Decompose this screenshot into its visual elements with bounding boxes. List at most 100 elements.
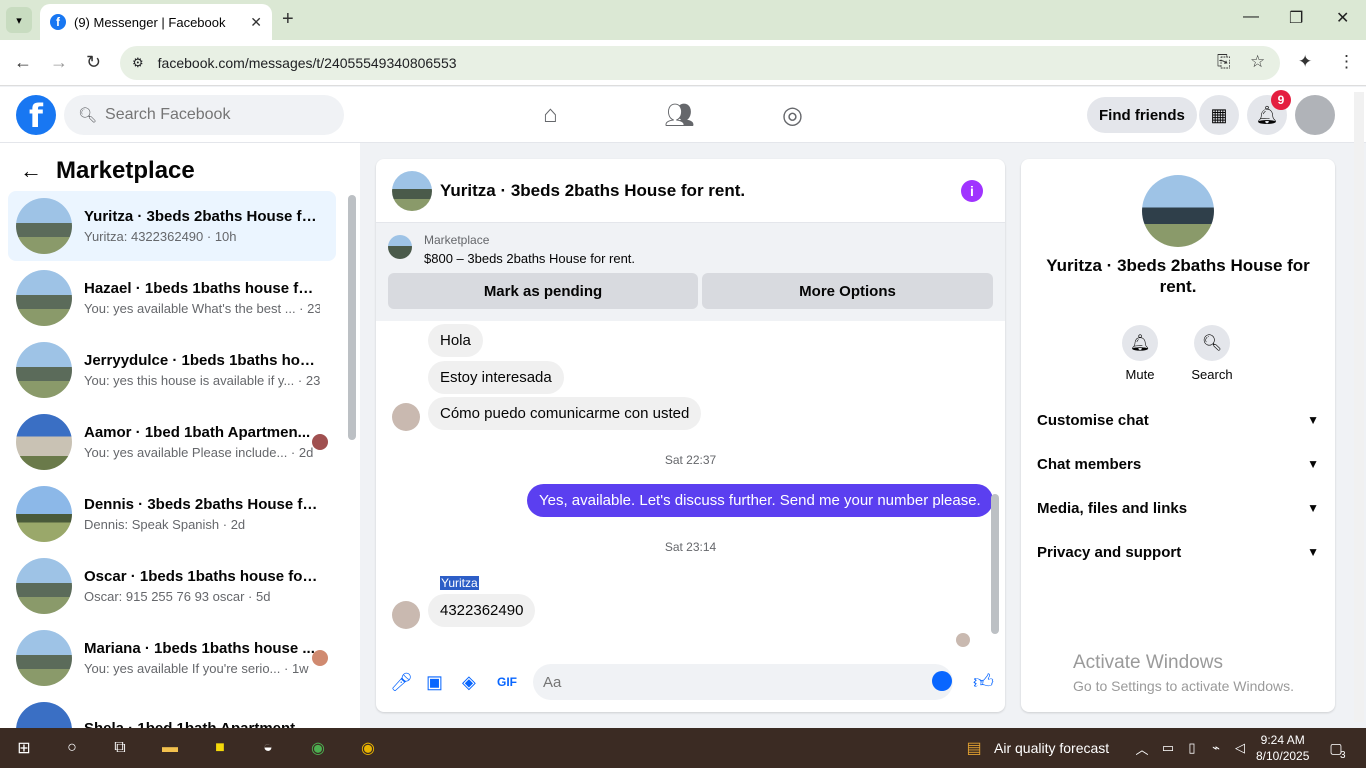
more-options-button[interactable]: More Options: [702, 273, 993, 309]
task-view-icon[interactable]: ⧉: [108, 736, 132, 760]
microphone-icon[interactable]: 🎤︎: [390, 672, 413, 693]
listing-thumbnail: [16, 558, 72, 614]
extension-icon[interactable]: ✦: [1298, 52, 1312, 72]
customise-chat-row[interactable]: Customise chat ▼: [1037, 408, 1319, 432]
conversation-preview: Yuritza: 4322362490 · 10h: [84, 229, 237, 244]
conversation-item[interactable]: Oscar · 1beds 1baths house for r... Osca…: [8, 551, 336, 621]
conversation-item[interactable]: Hazael · 1beds 1baths house for ... You:…: [8, 263, 336, 333]
message-input-box[interactable]: [533, 664, 953, 700]
back-icon[interactable]: ←: [14, 52, 32, 73]
install-app-icon[interactable]: ⎘: [1217, 52, 1231, 72]
photo-icon[interactable]: ▣: [426, 672, 443, 693]
site-settings-icon[interactable]: ⚙: [132, 55, 144, 71]
windows-start-icon[interactable]: ⊞: [12, 736, 36, 760]
sidebar-scrollbar[interactable]: [348, 195, 356, 440]
window-close-icon[interactable]: ✕: [1336, 8, 1349, 28]
search-circle-icon[interactable]: ○: [60, 736, 84, 760]
conversation-item[interactable]: Jerryydulce · 1beds 1baths house... You:…: [8, 335, 336, 405]
new-tab-icon[interactable]: +: [282, 8, 294, 31]
bookmark-star-icon[interactable]: ☆: [1250, 52, 1265, 72]
media-files-links-row[interactable]: Media, files and links ▼: [1037, 496, 1319, 520]
file-explorer-icon[interactable]: ▬: [158, 736, 182, 760]
home-icon[interactable]: ⌂: [543, 101, 558, 129]
chevron-down-icon: ▼: [1307, 457, 1319, 471]
maximize-icon[interactable]: ❐: [1289, 8, 1303, 28]
back-arrow-icon[interactable]: ←: [20, 158, 42, 184]
chat-avatar[interactable]: [392, 170, 432, 211]
row-label: Media, files and links: [1037, 499, 1188, 517]
my-message-bubble: Yes, available. Let's discuss further. S…: [527, 484, 993, 517]
page-scrollbar[interactable]: [1354, 92, 1364, 722]
url-bar[interactable]: ⚙ facebook.com/messages/t/24055549340806…: [120, 46, 1280, 80]
conversation-preview: You: yes this house is available if y...…: [84, 373, 320, 388]
chat-title[interactable]: Yuritza · 3beds 2baths House for rent.: [440, 181, 745, 201]
chat-scrollbar[interactable]: [991, 494, 999, 634]
weather-text[interactable]: Air quality forecast: [994, 740, 1109, 756]
listing-title[interactable]: $800 – 3beds 2baths House for rent.: [424, 251, 635, 266]
seen-avatar: [956, 633, 970, 647]
listing-thumbnail: [16, 702, 72, 728]
sticker-icon[interactable]: ◈: [462, 672, 476, 693]
notification-badge: 9: [1271, 90, 1291, 110]
message-bubble: 4322362490: [428, 594, 536, 627]
marketplace-label: Marketplace: [424, 233, 490, 247]
chat-members-row[interactable]: Chat members ▼: [1037, 452, 1319, 476]
conversation-preview: Oscar: 915 255 76 93 oscar · 5d: [84, 589, 271, 604]
marketplace-listing-bar: Marketplace $800 – 3beds 2baths House fo…: [376, 223, 1005, 321]
network-icon[interactable]: ⌁: [1204, 736, 1228, 760]
chrome-profile-icon[interactable]: ◉: [356, 736, 380, 760]
mark-as-pending-button[interactable]: Mark as pending: [388, 273, 698, 309]
mute-button[interactable]: 🔔︎ Mute: [1110, 325, 1170, 382]
friends-icon[interactable]: 👥︎: [664, 101, 694, 130]
conversation-item[interactable]: Shela · 1bed 1bath Apartment ...: [8, 695, 336, 728]
like-thumb-icon[interactable]: 👍︎: [973, 670, 994, 694]
chrome-icon[interactable]: ◉: [306, 736, 330, 760]
battery-icon[interactable]: ▯: [1180, 736, 1204, 760]
conversation-item[interactable]: Mariana · 1beds 1baths house ... You: ye…: [8, 623, 336, 693]
groups-icon[interactable]: ◎: [782, 101, 803, 130]
search-input[interactable]: [105, 106, 326, 124]
volume-icon[interactable]: ◁: [1228, 736, 1252, 760]
show-hidden-icons-icon[interactable]: ︿: [1130, 736, 1154, 760]
facebook-search[interactable]: 🔍︎: [64, 95, 344, 135]
conversation-item[interactable]: Dennis · 3beds 2baths House for... Denni…: [8, 479, 336, 549]
forward-icon[interactable]: →: [50, 52, 68, 73]
emoji-icon[interactable]: [932, 671, 952, 691]
message-input[interactable]: [543, 673, 903, 691]
conversation-item[interactable]: Aamor · 1bed 1bath Apartmen... You: yes …: [8, 407, 336, 477]
search-icon: 🔍︎: [78, 107, 98, 124]
facebook-logo-icon[interactable]: f: [16, 95, 56, 135]
bell-icon: 🔔︎: [1122, 325, 1158, 361]
conversation-item[interactable]: Yuritza · 3beds 2baths House for... Yuri…: [8, 191, 336, 261]
search-conversation-button[interactable]: 🔍︎ Search: [1182, 325, 1242, 382]
message-bubble: Cómo puedo comunicarme con usted: [428, 397, 702, 430]
gif-icon[interactable]: GIF: [497, 675, 517, 689]
tab-close-icon[interactable]: ✕: [250, 14, 262, 31]
contact-avatar: [1142, 175, 1214, 247]
conversation-name: Yuritza · 3beds 2baths House for...: [84, 208, 320, 225]
chevron-down-icon: ▼: [1307, 501, 1319, 515]
meet-icon[interactable]: ▭: [1156, 736, 1180, 760]
privacy-support-row[interactable]: Privacy and support ▼: [1037, 540, 1319, 564]
menu-grid-icon[interactable]: ▦: [1199, 95, 1239, 135]
minimize-icon[interactable]: —: [1243, 8, 1259, 26]
listing-thumbnail: [16, 486, 72, 542]
conversation-sidebar: ← Marketplace Yuritza · 3beds 2baths Hou…: [0, 143, 360, 728]
conversation-name: Oscar · 1beds 1baths house for r...: [84, 568, 320, 585]
active-tab[interactable]: f (9) Messenger | Facebook ✕: [40, 4, 272, 40]
reload-icon[interactable]: ↻: [86, 52, 101, 73]
system-clock[interactable]: 9:24 AM 8/10/2025: [1256, 732, 1309, 764]
message-list: Hola Estoy interesada Cómo puedo comunic…: [376, 321, 1005, 651]
browser-menu-icon[interactable]: ⋮: [1338, 52, 1355, 72]
tab-search-button[interactable]: ▾: [6, 7, 32, 33]
chevron-down-icon: ▼: [1307, 545, 1319, 559]
seen-avatar: [312, 650, 328, 666]
clock-time: 9:24 AM: [1260, 733, 1305, 747]
sticky-notes-icon[interactable]: ■: [208, 736, 232, 760]
account-avatar[interactable]: [1295, 95, 1335, 135]
app-icon[interactable]: ◒: [256, 736, 280, 760]
find-friends-button[interactable]: Find friends: [1087, 97, 1197, 133]
weather-icon: ▤: [966, 740, 982, 757]
facebook-header: f 🔍︎ ⌂ 👥︎ ◎ Find friends ▦ 🔔︎ 9: [0, 87, 1366, 143]
info-icon[interactable]: i: [961, 179, 983, 202]
